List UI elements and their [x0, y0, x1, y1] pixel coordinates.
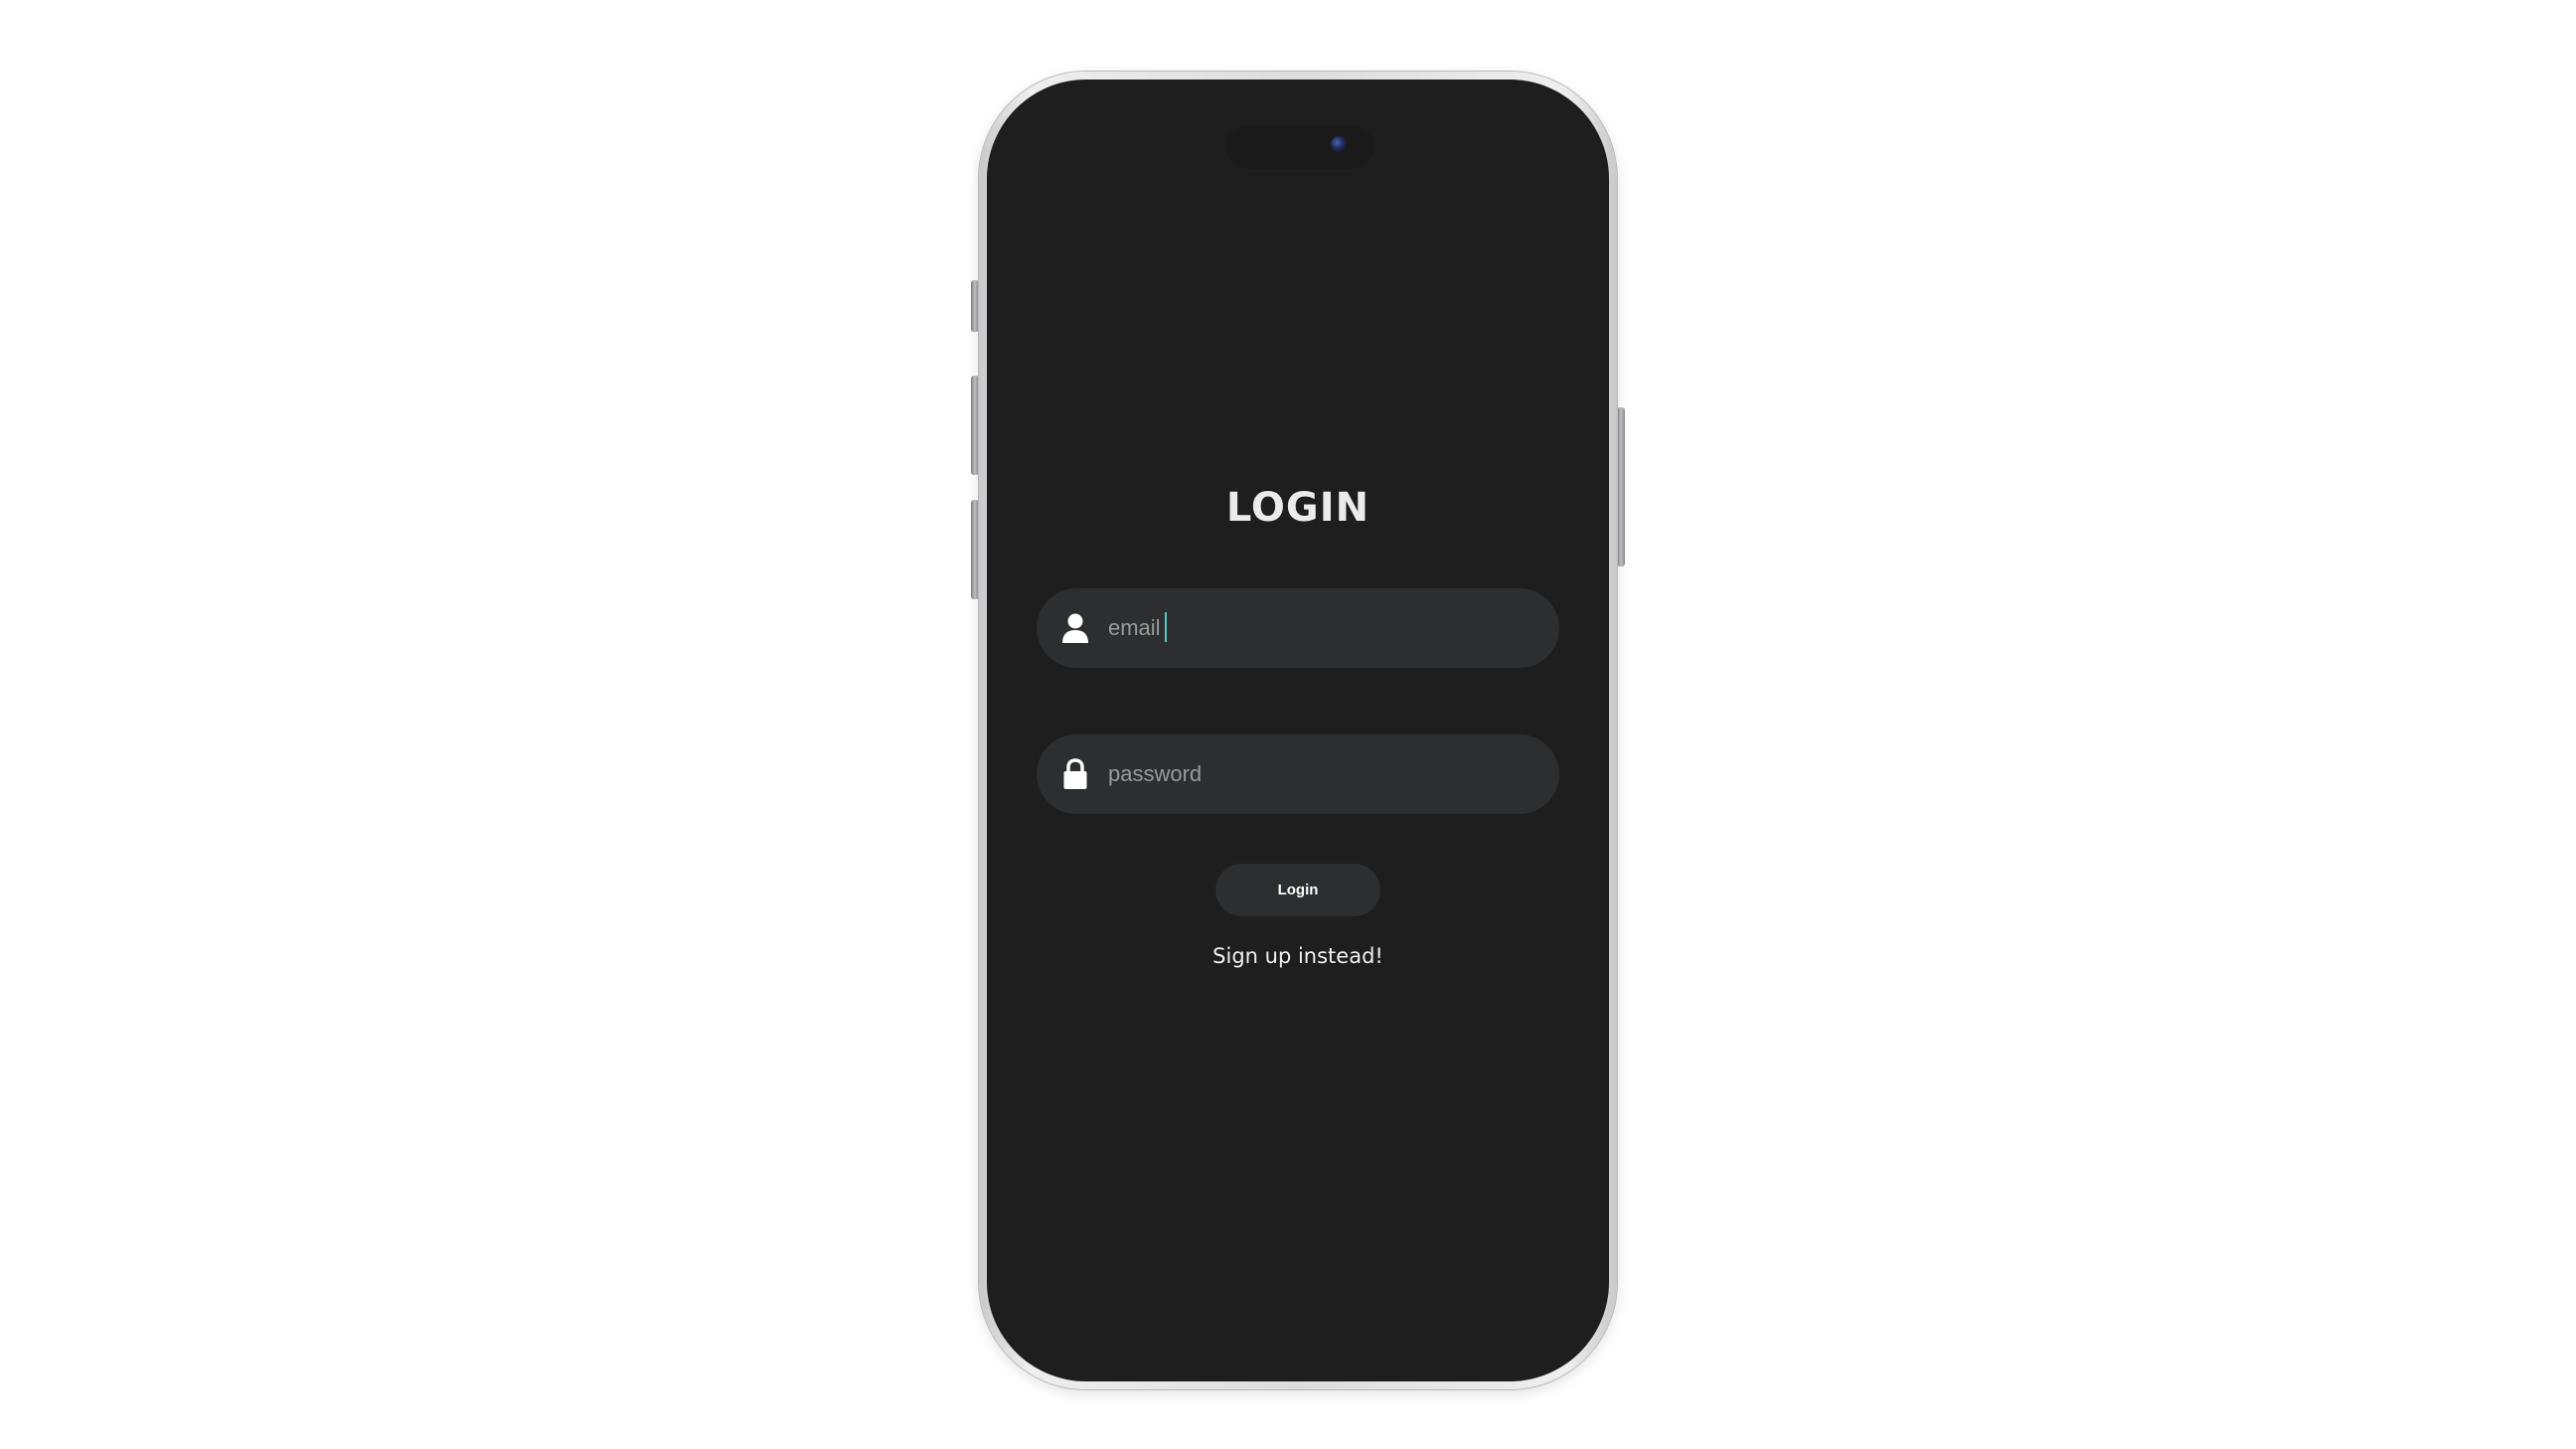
phone-frame: LOGIN email Login Sign up instead!: [979, 72, 1617, 1389]
password-input[interactable]: [1106, 753, 1530, 795]
text-caret: [1165, 612, 1167, 642]
page-title: LOGIN: [1225, 485, 1370, 531]
dynamic-island: [1225, 125, 1374, 169]
lock-icon: [1060, 757, 1090, 791]
phone-screen: LOGIN email Login Sign up instead!: [987, 80, 1609, 1381]
volume-up-button: [971, 376, 979, 475]
stage: LOGIN email Login Sign up instead!: [0, 0, 2576, 1449]
user-icon: [1060, 611, 1090, 645]
silent-switch: [971, 280, 979, 332]
email-field[interactable]: [1037, 588, 1559, 668]
password-field[interactable]: [1037, 734, 1559, 814]
signup-link[interactable]: Sign up instead!: [987, 944, 1609, 968]
power-button: [1617, 407, 1625, 566]
email-input[interactable]: [1106, 607, 1530, 649]
front-camera-icon: [1331, 136, 1347, 152]
volume-down-button: [971, 500, 979, 599]
login-button[interactable]: Login: [1215, 864, 1380, 916]
